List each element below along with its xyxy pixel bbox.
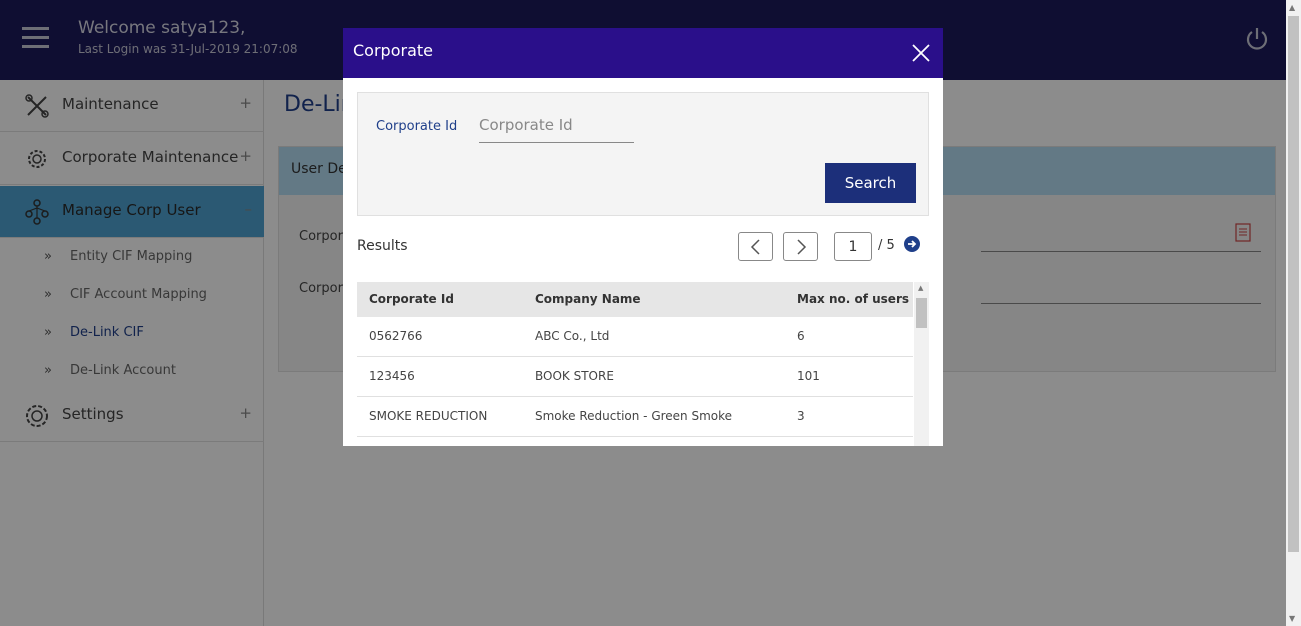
cell-company-name: BOOK STORE [535,369,614,383]
corporate-lookup-modal: Corporate Corporate Id Search Results / … [343,28,943,446]
results-heading: Results [357,238,408,254]
column-header-company-name[interactable]: Company Name [535,292,641,306]
modal-title: Corporate [353,41,433,60]
scrollbar-thumb[interactable] [916,298,927,328]
scroll-up-icon[interactable]: ▲ [1289,3,1295,12]
scroll-up-icon[interactable]: ▲ [918,284,923,292]
cell-corporate-id: 123456 [369,369,415,383]
search-panel: Corporate Id Search [357,92,929,216]
table-row[interactable]: 123456 BOOK STORE 101 [357,357,913,397]
scroll-down-icon[interactable]: ▼ [1289,614,1295,623]
page-total: / 5 [878,238,895,253]
column-header-max-users[interactable]: Max no. of users [797,292,909,306]
modal-header: Corporate [343,28,943,78]
cell-corporate-id: SMOKE REDUCTION [369,409,488,423]
table-row[interactable]: 0562766 ABC Co., Ltd 6 [357,317,913,357]
scrollbar-thumb[interactable] [1288,16,1299,552]
column-header-corporate-id[interactable]: Corporate Id [369,292,454,306]
chevron-left-icon [750,239,760,255]
results-table: Corporate Id Company Name Max no. of use… [357,282,929,446]
search-button[interactable]: Search [825,163,916,203]
cell-corporate-id: 0562766 [369,329,423,343]
next-page-button[interactable] [783,232,818,261]
corporate-id-input[interactable] [479,107,634,143]
cell-max-users: 101 [797,369,820,383]
cell-company-name: Smoke Reduction - Green Smoke [535,409,733,423]
corporate-id-label: Corporate Id [376,119,458,134]
table-row[interactable]: SMOKE REDUCTION Smoke Reduction - Green … [357,397,913,437]
table-scrollbar[interactable]: ▲ [914,282,929,446]
cell-max-users: 3 [797,409,805,423]
cell-company-name: ABC Co., Ltd [535,329,610,343]
close-icon[interactable] [910,42,932,64]
cell-max-users: 6 [797,329,805,343]
page-number-input[interactable] [834,232,872,261]
previous-page-button[interactable] [738,232,773,261]
go-arrow-icon[interactable] [904,236,920,252]
chevron-right-icon [797,239,807,255]
table-header: Corporate Id Company Name Max no. of use… [357,282,913,317]
page-scrollbar[interactable]: ▲ ▼ [1286,0,1301,626]
